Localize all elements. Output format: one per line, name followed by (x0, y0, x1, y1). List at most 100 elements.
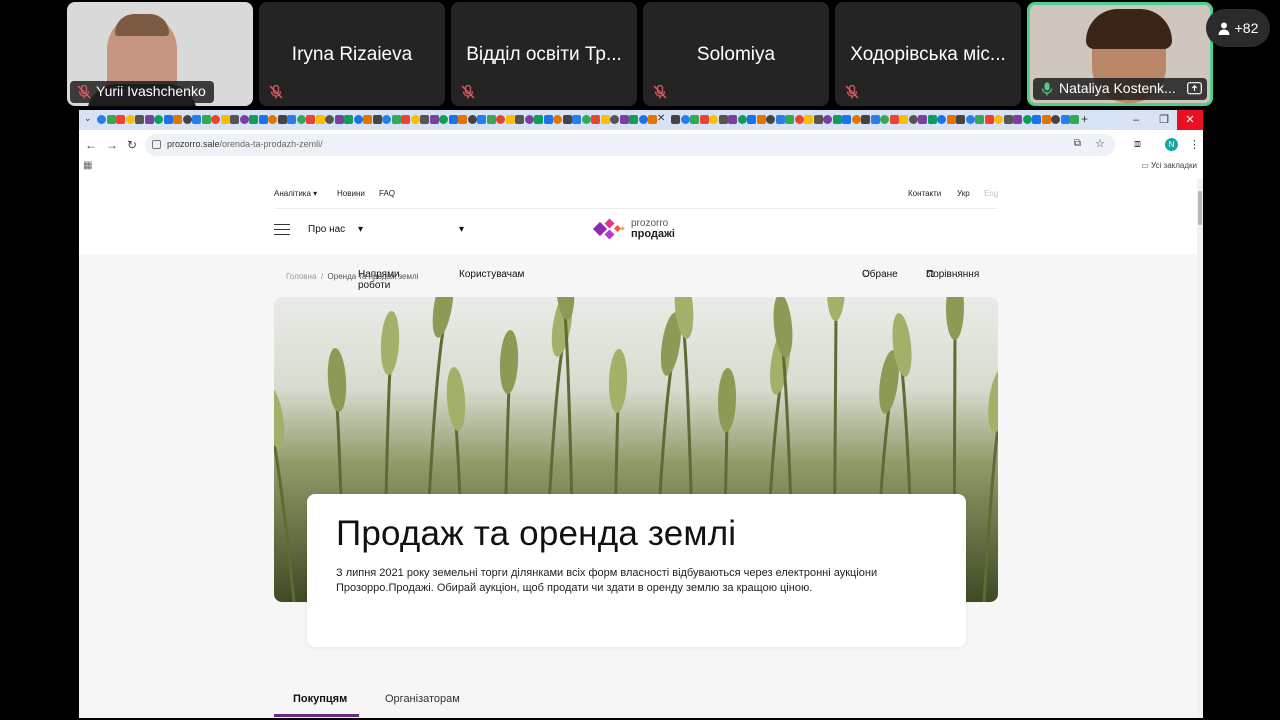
tab-favicon-icon[interactable] (899, 115, 908, 124)
hamburger-menu-icon[interactable] (274, 224, 290, 235)
tab-favicon-icon[interactable] (785, 115, 794, 124)
tab-favicon-icon[interactable] (927, 115, 937, 124)
participant-tile[interactable]: Yurii Ivashchenko (67, 2, 253, 106)
tab-favicon-icon[interactable] (629, 115, 638, 124)
tab-favicon-icon[interactable] (144, 115, 154, 124)
tab-favicon-icon[interactable] (1051, 115, 1060, 124)
scrollbar-thumb[interactable] (1198, 191, 1202, 225)
tab-favicon-icon[interactable] (690, 115, 699, 124)
tab-favicon-icon[interactable] (192, 115, 201, 124)
tab-favicon-icon[interactable] (230, 115, 239, 124)
tab-favicon-icon[interactable] (505, 115, 515, 124)
tab-favicon-icon[interactable] (420, 115, 429, 124)
participant-tile[interactable]: Iryna Rizaieva (259, 2, 445, 106)
tab-favicon-icon[interactable] (553, 115, 562, 124)
tab-favicon-icon[interactable] (1013, 115, 1022, 124)
tab-favicon-icon[interactable] (1041, 115, 1051, 124)
tab-favicon-icon[interactable] (956, 115, 965, 124)
tab-favicon-icon[interactable] (766, 115, 775, 124)
tab-favicon-icon[interactable] (804, 115, 813, 124)
tab-favicon-icon[interactable] (543, 115, 553, 124)
tab-favicon-icon[interactable] (880, 115, 889, 124)
participant-tile-active-speaker[interactable]: Nataliya Kostenk... (1027, 2, 1213, 106)
tab-favicon-icon[interactable] (747, 115, 756, 124)
tab-favicon-icon[interactable] (524, 115, 534, 124)
lang-ukr[interactable]: Укр (957, 189, 970, 198)
tab-search-icon[interactable]: ⌄ (84, 113, 92, 124)
tab-favicon-icon[interactable] (201, 115, 211, 124)
tab-favicon-icon[interactable] (591, 115, 600, 124)
reload-icon[interactable]: ↻ (127, 138, 137, 152)
tab-favicon-icon[interactable] (994, 115, 1003, 124)
tab-favicon-icon[interactable] (794, 115, 804, 124)
tab-favicon-icon[interactable] (458, 115, 467, 124)
close-window-icon[interactable]: ✕ (1177, 110, 1203, 130)
tab-favicon-icon[interactable] (325, 115, 334, 124)
tab-favicon-icon[interactable] (975, 115, 984, 124)
tab-favicon-icon[interactable] (97, 115, 106, 124)
tab-favicon-icon[interactable] (116, 115, 125, 124)
tab-favicon-icon[interactable] (363, 115, 372, 124)
tab-favicon-icon[interactable] (984, 115, 994, 124)
tab-favicon-icon[interactable] (813, 115, 823, 124)
restore-icon[interactable]: ❐ (1151, 110, 1177, 130)
tab-favicon-icon[interactable] (154, 115, 163, 124)
tab-buyers[interactable]: Покупцям (293, 693, 347, 705)
tab-favicon-icon[interactable] (1032, 115, 1041, 124)
lang-eng[interactable]: Eng (984, 189, 998, 198)
apps-grid-icon[interactable]: ▦ (83, 160, 92, 171)
forward-icon[interactable]: → (106, 138, 118, 152)
all-bookmarks-folder[interactable]: ▭ Усі закладки (1141, 161, 1197, 170)
back-icon[interactable]: ← (85, 138, 97, 152)
tab-favicon-icon[interactable] (125, 115, 135, 124)
tab-favicon-icon[interactable] (671, 115, 680, 124)
tab-close-icon[interactable]: ✕ (657, 113, 665, 124)
tab-favicon-icon[interactable] (334, 115, 344, 124)
tab-favicon-icon[interactable] (258, 115, 268, 124)
tab-favicon-icon[interactable] (410, 115, 420, 124)
tab-favicon-icon[interactable] (832, 115, 842, 124)
tab-favicon-icon[interactable] (610, 115, 619, 124)
tab-favicon-icon[interactable] (638, 115, 648, 124)
new-tab-icon[interactable]: + (1081, 112, 1088, 126)
tab-favicon-icon[interactable] (775, 115, 785, 124)
nav-users[interactable]: Користувачам ▾ (459, 224, 524, 280)
tab-favicon-icon[interactable] (572, 115, 581, 124)
browser-menu-icon[interactable]: ⋮ (1189, 138, 1200, 151)
tab-favicon-icon[interactable] (173, 115, 182, 124)
tab-favicon-icon[interactable] (600, 115, 610, 124)
tab-favicon-icon[interactable] (211, 115, 220, 124)
tab-favicon-icon[interactable] (823, 115, 832, 124)
tab-favicon-icon[interactable] (344, 115, 353, 124)
tab-favicon-icon[interactable] (306, 115, 315, 124)
prozorro-logo[interactable]: prozorro продажі (592, 215, 682, 243)
profile-avatar[interactable]: N (1165, 138, 1178, 151)
tab-favicon-icon[interactable] (908, 115, 918, 124)
tab-favicon-icon[interactable] (315, 115, 325, 124)
tab-favicon-icon[interactable] (268, 115, 277, 124)
tab-favicon-icon[interactable] (429, 115, 439, 124)
nav-news-link[interactable]: Новини (337, 189, 365, 198)
tab-favicon-icon[interactable] (448, 115, 458, 124)
tab-favicon-icon[interactable] (106, 115, 116, 124)
tab-favicon-icon[interactable] (861, 115, 870, 124)
tab-favicon-icon[interactable] (851, 115, 861, 124)
tab-favicon-icon[interactable] (581, 115, 591, 124)
tab-favicon-icon[interactable] (277, 115, 287, 124)
participant-tile[interactable]: Ходорівська міс... (835, 2, 1021, 106)
tab-favicon-icon[interactable] (496, 115, 505, 124)
tab-favicon-icon[interactable] (937, 115, 946, 124)
tab-favicon-icon[interactable] (562, 115, 572, 124)
tab-favicon-icon[interactable] (1070, 115, 1079, 124)
tab-favicon-icon[interactable] (737, 115, 747, 124)
participant-tile[interactable]: Solomiya (643, 2, 829, 106)
tab-favicon-icon[interactable] (163, 115, 173, 124)
tab-favicon-icon[interactable] (372, 115, 382, 124)
nav-analytics-link[interactable]: Аналітика ▾ (274, 189, 317, 198)
tab-favicon-icon[interactable] (249, 115, 258, 124)
page-scrollbar[interactable] (1197, 179, 1203, 718)
extensions-icon[interactable]: ⧈ (1134, 138, 1141, 151)
install-app-icon[interactable]: ⧉ (1074, 138, 1081, 149)
site-info-icon[interactable] (152, 140, 161, 149)
tab-favicon-icon[interactable] (889, 115, 899, 124)
